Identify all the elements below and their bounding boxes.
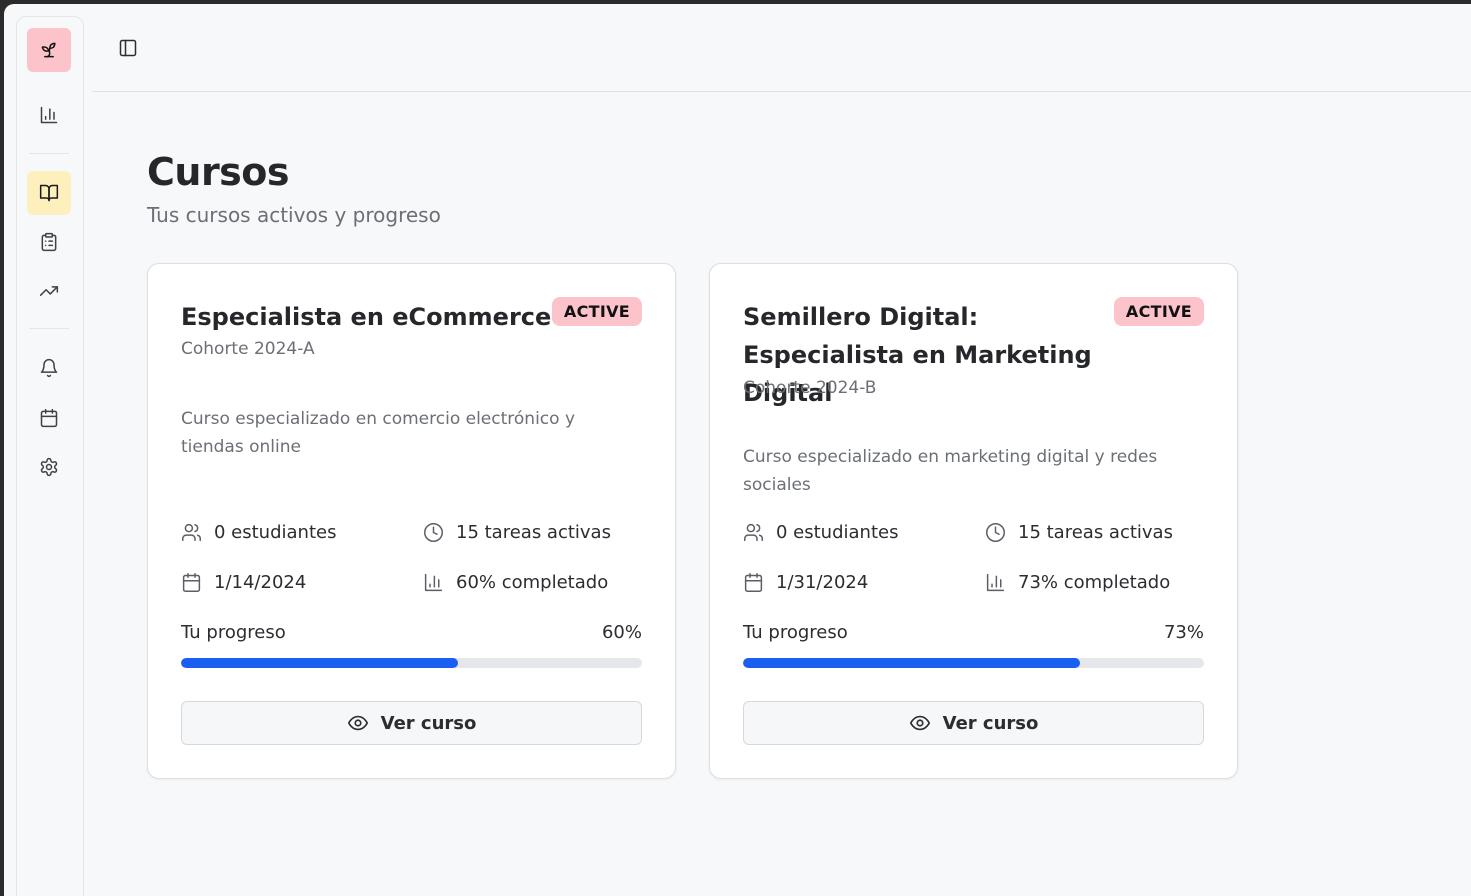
users-icon — [182, 523, 201, 542]
tasks-count: 15 tareas activas — [456, 522, 611, 543]
page-subtitle: Tus cursos activos y progreso — [147, 203, 441, 227]
progress-fill — [181, 658, 458, 668]
calendar-icon[interactable] — [27, 396, 71, 440]
completion-stat: 60% completado — [423, 572, 608, 593]
tasks-stat: 15 tareas activas — [985, 522, 1173, 543]
students-count: 0 estudiantes — [214, 522, 337, 543]
progress-bar — [181, 658, 642, 668]
book-open-icon[interactable] — [27, 171, 71, 215]
course-cohort: Cohorte 2024-B — [743, 378, 877, 398]
bar-chart-icon[interactable] — [27, 93, 71, 137]
view-course-label: Ver curso — [942, 712, 1039, 734]
sidebar-divider — [29, 153, 69, 154]
status-badge: ACTIVE — [551, 297, 642, 326]
students-stat: 0 estudiantes — [181, 522, 336, 543]
sidebar-divider — [29, 328, 69, 329]
bar-chart-icon — [424, 573, 443, 592]
course-cohort: Cohorte 2024-A — [181, 339, 315, 359]
clock-icon — [986, 523, 1005, 542]
view-course-label: Ver curso — [380, 712, 477, 734]
course-description: Curso especializado en comercio electrón… — [181, 409, 576, 457]
clipboard-list-icon[interactable] — [27, 220, 71, 264]
completion-text: 73% completado — [1018, 572, 1171, 593]
course-title: Especialista en eCommerce — [181, 303, 552, 331]
tasks-count: 15 tareas activas — [1018, 522, 1173, 543]
progress-value: 73% — [1163, 622, 1204, 643]
progress-label: Tu progreso — [743, 622, 848, 643]
course-card: Especialista en eCommerce ACTIVE Cohorte… — [147, 263, 676, 779]
students-count: 0 estudiantes — [776, 522, 899, 543]
view-course-button[interactable]: Ver curso — [743, 701, 1204, 745]
view-course-button[interactable]: Ver curso — [181, 701, 642, 745]
date-stat: 1/31/2024 — [743, 572, 868, 593]
eye-icon — [347, 715, 368, 731]
date-stat: 1/14/2024 — [181, 572, 306, 593]
page-title: Cursos — [147, 150, 290, 194]
course-date: 1/31/2024 — [776, 572, 869, 593]
tasks-stat: 15 tareas activas — [423, 522, 611, 543]
course-date: 1/14/2024 — [214, 572, 307, 593]
progress-label: Tu progreso — [181, 622, 286, 643]
sidebar-toggle-icon[interactable] — [116, 36, 140, 60]
topbar — [92, 4, 1471, 92]
settings-gear-icon[interactable] — [27, 445, 71, 489]
sidebar — [16, 16, 84, 896]
course-card: Semillero Digital: Especialista en Marke… — [709, 263, 1238, 779]
calendar-icon — [744, 573, 763, 592]
progress-value: 60% — [601, 622, 642, 643]
calendar-icon — [182, 573, 201, 592]
completion-text: 60% completado — [456, 572, 609, 593]
app-window: Cursos Tus cursos activos y progreso Esp… — [4, 4, 1471, 896]
users-icon — [744, 523, 763, 542]
eye-icon — [909, 715, 930, 731]
bar-chart-icon — [986, 573, 1005, 592]
sprout-logo-icon[interactable] — [27, 28, 71, 72]
progress-fill — [743, 658, 1080, 668]
students-stat: 0 estudiantes — [743, 522, 898, 543]
progress-bar — [743, 658, 1204, 668]
bell-icon[interactable] — [27, 346, 71, 390]
course-description: Curso especializado en marketing digital… — [743, 447, 1158, 495]
trending-up-icon[interactable] — [27, 269, 71, 313]
completion-stat: 73% completado — [985, 572, 1170, 593]
status-badge: ACTIVE — [1113, 297, 1204, 326]
clock-icon — [424, 523, 443, 542]
